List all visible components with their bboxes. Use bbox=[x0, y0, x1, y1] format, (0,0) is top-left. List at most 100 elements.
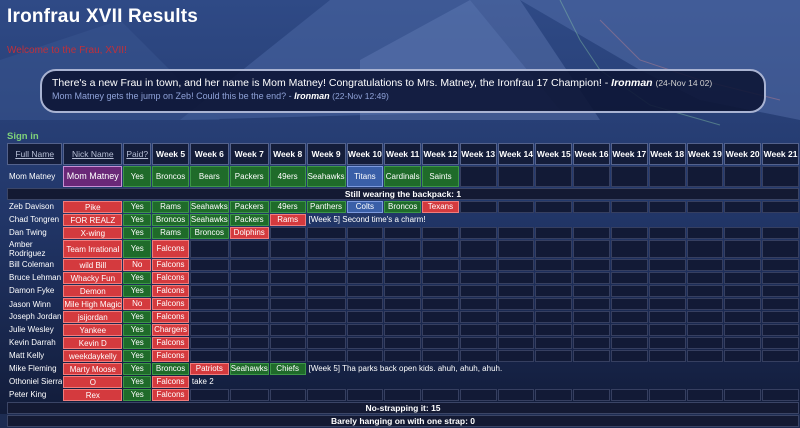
pick-cell: Broncos bbox=[189, 227, 229, 239]
empty-week-cell bbox=[610, 311, 648, 323]
empty-week-cell bbox=[573, 272, 610, 284]
empty-week-cell bbox=[189, 324, 229, 336]
player-nickname: wild Bill bbox=[63, 259, 123, 271]
player-full-name: Damon Fyke bbox=[9, 286, 55, 295]
header-week: Week 21 bbox=[762, 143, 799, 165]
sign-in-link[interactable]: Sign in bbox=[7, 131, 39, 142]
player-row: Matt Kelly weekdaykelly Yes Falcons bbox=[7, 350, 799, 362]
empty-week-cell bbox=[384, 337, 422, 349]
empty-week-cell bbox=[306, 227, 346, 239]
empty-week-cell bbox=[459, 201, 497, 213]
pick-cell: Saints bbox=[422, 166, 459, 187]
empty-week-cell bbox=[422, 337, 459, 349]
empty-week-cell bbox=[610, 337, 648, 349]
empty-week-cell bbox=[535, 240, 573, 258]
empty-week-cell bbox=[648, 337, 686, 349]
empty-week-cell bbox=[762, 259, 799, 271]
empty-week-cell bbox=[535, 389, 573, 401]
empty-week-cell bbox=[724, 166, 762, 187]
empty-week-cell bbox=[535, 337, 573, 349]
player-row: Dan Twing X-wing Yes Rams Broncos Dolphins bbox=[7, 227, 799, 239]
empty-week-cell bbox=[229, 324, 269, 336]
header-week: Week 5 bbox=[152, 143, 189, 165]
header-paid[interactable]: Paid? bbox=[123, 143, 152, 165]
empty-week-cell bbox=[724, 350, 762, 362]
empty-week-cell bbox=[610, 259, 648, 271]
empty-week-cell bbox=[229, 389, 269, 401]
empty-week-cell bbox=[762, 272, 799, 284]
pick-cell: Falcons bbox=[152, 285, 189, 297]
empty-week-cell bbox=[535, 259, 573, 271]
header-week: Week 10 bbox=[346, 143, 384, 165]
header-week: Week 14 bbox=[497, 143, 535, 165]
message-board: There's a new Frau in town, and her name… bbox=[40, 69, 766, 113]
player-full-name: Amber Rodriguez bbox=[9, 240, 46, 258]
empty-week-cell bbox=[306, 389, 346, 401]
empty-week-cell bbox=[306, 311, 346, 323]
empty-week-cell bbox=[535, 201, 573, 213]
paid-status: Yes bbox=[123, 214, 152, 226]
player-row: Joseph Jordan jsijordan Yes Falcons bbox=[7, 311, 799, 323]
empty-week-cell bbox=[610, 272, 648, 284]
pick-cell: Falcons bbox=[152, 259, 189, 271]
player-full-name: Joseph Jordan bbox=[9, 312, 62, 321]
paid-status: Yes bbox=[123, 272, 152, 284]
empty-week-cell bbox=[762, 201, 799, 213]
empty-week-cell bbox=[724, 240, 762, 258]
no-strap-section-header-label: No-strapping it: 15 bbox=[7, 402, 799, 414]
player-nickname: Kevin D bbox=[63, 337, 123, 349]
empty-week-cell bbox=[686, 240, 724, 258]
empty-week-cell bbox=[610, 389, 648, 401]
empty-week-cell bbox=[346, 298, 384, 310]
pick-cell: Packers bbox=[229, 166, 269, 187]
pick-cell: Colts bbox=[346, 201, 384, 213]
empty-week-cell bbox=[762, 240, 799, 258]
empty-week-cell bbox=[459, 311, 497, 323]
player-nickname: X-wing bbox=[63, 227, 123, 239]
empty-week-cell bbox=[497, 272, 535, 284]
empty-week-cell bbox=[306, 272, 346, 284]
paid-status: Yes bbox=[123, 311, 152, 323]
empty-week-cell bbox=[686, 285, 724, 297]
player-row: Jason Winn Mile High Magic No Falcons bbox=[7, 298, 799, 310]
header-week: Week 8 bbox=[269, 143, 306, 165]
empty-week-cell bbox=[422, 324, 459, 336]
empty-week-cell bbox=[346, 389, 384, 401]
empty-week-cell bbox=[762, 324, 799, 336]
empty-week-cell bbox=[422, 285, 459, 297]
empty-week-cell bbox=[384, 389, 422, 401]
empty-week-cell bbox=[306, 240, 346, 258]
empty-week-cell bbox=[610, 227, 648, 239]
pick-cell: Dolphins bbox=[229, 227, 269, 239]
empty-week-cell bbox=[724, 324, 762, 336]
empty-week-cell bbox=[497, 166, 535, 187]
player-full-name: Othoniel Sierra bbox=[9, 377, 63, 386]
player-full-name: Jason Winn bbox=[9, 299, 51, 309]
empty-week-cell bbox=[686, 227, 724, 239]
player-nickname: Yankee bbox=[63, 324, 123, 336]
pick-cell: Packers bbox=[229, 201, 269, 213]
empty-week-cell bbox=[535, 227, 573, 239]
header-week: Week 20 bbox=[724, 143, 762, 165]
message-1: There's a new Frau in town, and her name… bbox=[52, 77, 754, 89]
player-nickname: Rex bbox=[63, 389, 123, 401]
empty-week-cell bbox=[648, 259, 686, 271]
empty-week-cell bbox=[686, 298, 724, 310]
empty-week-cell bbox=[648, 389, 686, 401]
empty-week-cell bbox=[422, 311, 459, 323]
empty-week-cell bbox=[229, 285, 269, 297]
empty-week-cell bbox=[306, 350, 346, 362]
empty-week-cell bbox=[459, 259, 497, 271]
empty-week-cell bbox=[384, 350, 422, 362]
empty-week-cell bbox=[724, 259, 762, 271]
header-week: Week 19 bbox=[686, 143, 724, 165]
pick-cell: Bears bbox=[189, 166, 229, 187]
empty-week-cell bbox=[573, 285, 610, 297]
pick-cell: Falcons bbox=[152, 376, 189, 388]
empty-week-cell bbox=[724, 272, 762, 284]
paid-status: Yes bbox=[123, 350, 152, 362]
empty-week-cell bbox=[573, 337, 610, 349]
empty-week-cell bbox=[269, 227, 306, 239]
header-full-name[interactable]: Full Name bbox=[7, 143, 63, 165]
header-nick-name[interactable]: Nick Name bbox=[63, 143, 123, 165]
